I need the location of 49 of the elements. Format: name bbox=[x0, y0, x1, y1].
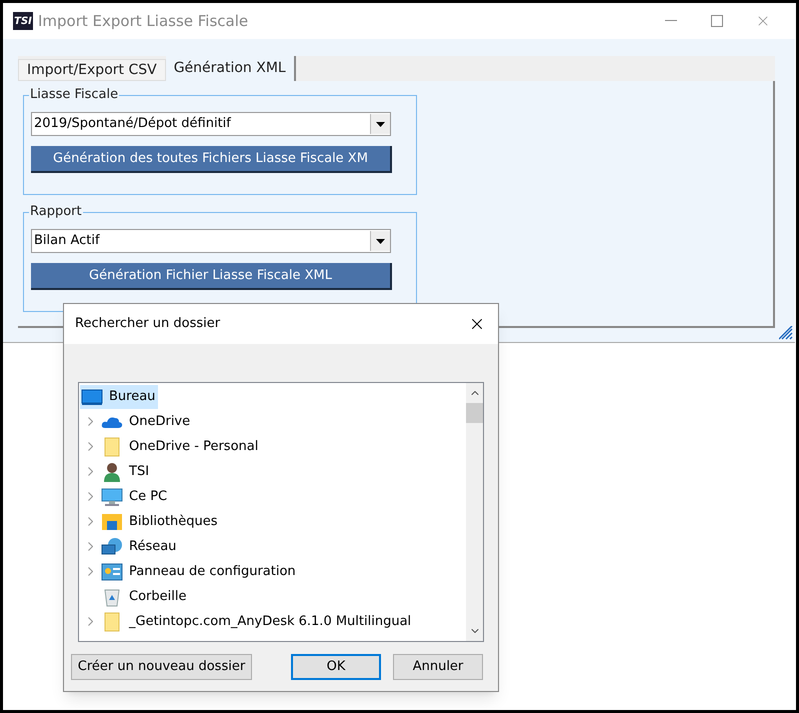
person-icon bbox=[103, 462, 121, 482]
tree-item-label: Bibliothèques bbox=[129, 512, 218, 531]
computer-icon bbox=[101, 488, 123, 506]
scroll-thumb[interactable] bbox=[466, 403, 483, 423]
dialog-button[interactable]: Créer un nouveau dossier bbox=[71, 654, 252, 680]
tree-item-label: Bureau bbox=[109, 388, 156, 406]
group-legend: Rapport bbox=[29, 204, 83, 220]
folder-icon bbox=[102, 436, 122, 456]
generate-button[interactable]: Génération Fichier Liasse Fiscale XML bbox=[31, 263, 392, 290]
tree-item-label: Panneau de configuration bbox=[129, 562, 296, 581]
tree-item[interactable]: Bureau bbox=[80, 384, 158, 408]
tree-item-label: Réseau bbox=[129, 538, 176, 556]
network-icon bbox=[101, 536, 123, 556]
minimize-icon bbox=[665, 20, 677, 22]
tab[interactable]: Import/Export CSV bbox=[18, 59, 166, 81]
dropdown[interactable]: Bilan Actif bbox=[31, 229, 391, 253]
tree-item[interactable]: _Getintopc.com_AnyDesk 6.1.0 Multilingual bbox=[101, 610, 414, 634]
tab[interactable]: Génération XML bbox=[166, 56, 296, 81]
dropdown[interactable]: 2019/Spontané/Dépot définitif bbox=[31, 112, 391, 136]
recycle-bin-icon bbox=[103, 586, 121, 606]
tree-item[interactable]: Bibliothèques bbox=[101, 510, 221, 534]
maximize-icon bbox=[711, 15, 723, 27]
tree-item[interactable]: OneDrive - Personal bbox=[101, 434, 262, 458]
generate-button[interactable]: Génération des toutes Fichiers Liasse Fiscale XM bbox=[31, 146, 392, 173]
library-folder-icon bbox=[101, 512, 123, 530]
tree-item-label: Corbeille bbox=[129, 588, 186, 606]
tree-item[interactable]: Corbeille bbox=[101, 584, 190, 608]
window-title: Import Export Liasse Fiscale bbox=[38, 10, 248, 32]
control-panel-icon bbox=[101, 562, 123, 580]
folder-icon bbox=[102, 612, 122, 632]
tree-item-label: TSI bbox=[129, 462, 150, 481]
dropdown-arrow-icon bbox=[376, 122, 385, 126]
tree-item[interactable]: Ce PC bbox=[101, 484, 170, 508]
tree-item[interactable]: Réseau bbox=[101, 534, 180, 558]
tree-item[interactable]: Panneau de configuration bbox=[101, 560, 299, 584]
cloud-icon bbox=[101, 414, 123, 428]
dialog-title: Rechercher un dossier bbox=[75, 315, 220, 334]
tree-item-label: OneDrive - Personal bbox=[129, 438, 258, 456]
tree-item-label: OneDrive bbox=[129, 412, 190, 431]
monitor-icon bbox=[81, 388, 103, 404]
tree-item-label: Ce PC bbox=[129, 488, 168, 506]
app-logo: TSI bbox=[13, 12, 33, 30]
tree-item[interactable]: TSI bbox=[101, 460, 152, 484]
tree-item-label: _Getintopc.com_AnyDesk 6.1.0 Multilingual bbox=[129, 612, 412, 631]
dropdown-arrow-icon bbox=[376, 238, 385, 244]
dialog-button[interactable]: Annuler bbox=[393, 654, 483, 680]
dialog-button[interactable]: OK bbox=[291, 654, 381, 680]
resize-grip-icon bbox=[779, 326, 793, 340]
tree-item[interactable]: OneDrive bbox=[101, 410, 194, 434]
